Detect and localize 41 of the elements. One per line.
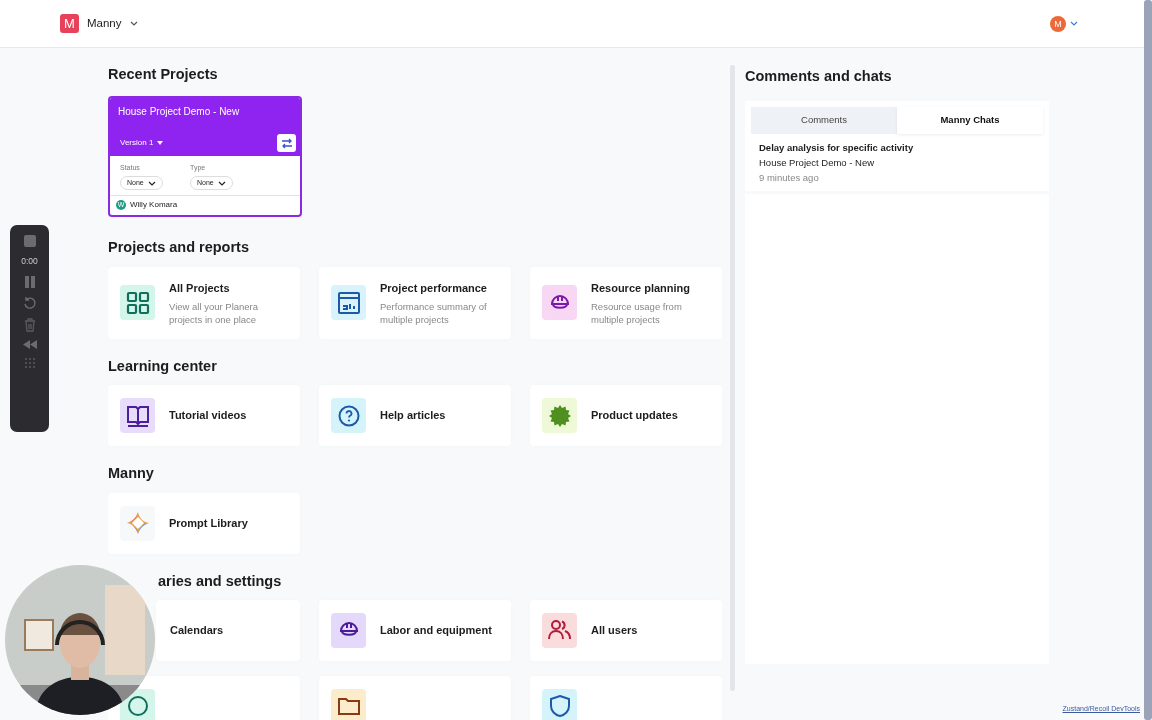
card-title: Help articles [380, 408, 446, 424]
card-title: Prompt Library [169, 515, 248, 531]
card-title: All users [591, 623, 638, 639]
card-title: Labor and equipment [380, 623, 492, 639]
section-heading: Learning center [108, 357, 218, 376]
link-card[interactable]: Help articles [319, 385, 511, 447]
card-description: View all your Planera projects in one place [169, 299, 260, 326]
link-card[interactable]: All Projects View all your Planera projects in one place [108, 266, 300, 339]
chat-title: Delay analysis for specific activity [759, 140, 915, 155]
link-card[interactable]: Resource planning Resource usage from multiple projects [530, 266, 722, 339]
card-title: Product updates [591, 408, 678, 424]
section-heading: aries and settings [158, 572, 283, 590]
tab[interactable]: Comments [751, 107, 897, 134]
section-heading: Manny [108, 465, 155, 483]
section-heading: Recent Projects [108, 66, 219, 84]
link-card[interactable]: Product updates [530, 385, 722, 447]
link-card[interactable]: Tutorial videos [108, 385, 300, 447]
logo-icon: M [60, 14, 79, 33]
link-card[interactable]: Project performance Performance summary of multiple projects [319, 266, 511, 339]
card-title: Calendars [170, 623, 224, 639]
card-description: Performance summary of multiple projects [380, 299, 488, 326]
workspace-name: Manny [87, 15, 122, 31]
section-heading: Projects and reports [108, 239, 250, 257]
link-card[interactable]: All users [530, 599, 722, 661]
chat-item[interactable]: Delay analysis for specific activity House Project Demo - New 9 minutes ago [751, 133, 1043, 191]
card-title: Project performance [380, 281, 488, 297]
tab[interactable]: Manny Chats [897, 107, 1043, 134]
card-title: All Projects [169, 281, 231, 297]
project-title: House Project Demo - New [118, 105, 241, 120]
chat-time: 9 minutes ago [759, 170, 820, 185]
panel-heading: Comments and chats [745, 68, 893, 86]
card-title: Resource planning [591, 281, 692, 297]
timer: 0:00 [21, 255, 38, 268]
card-description: Resource usage from multiple projects [591, 299, 683, 326]
link-card[interactable]: Calendars [156, 599, 300, 661]
link-card[interactable]: Prompt Library [108, 492, 300, 554]
version-dropdown[interactable]: Version 1 [120, 137, 164, 150]
link-card[interactable]: Labor and equipment [319, 599, 511, 661]
card-title: Tutorial videos [169, 408, 247, 424]
owner-name: Willy Komara [130, 199, 178, 212]
chat-project: House Project Demo - New [759, 155, 876, 170]
